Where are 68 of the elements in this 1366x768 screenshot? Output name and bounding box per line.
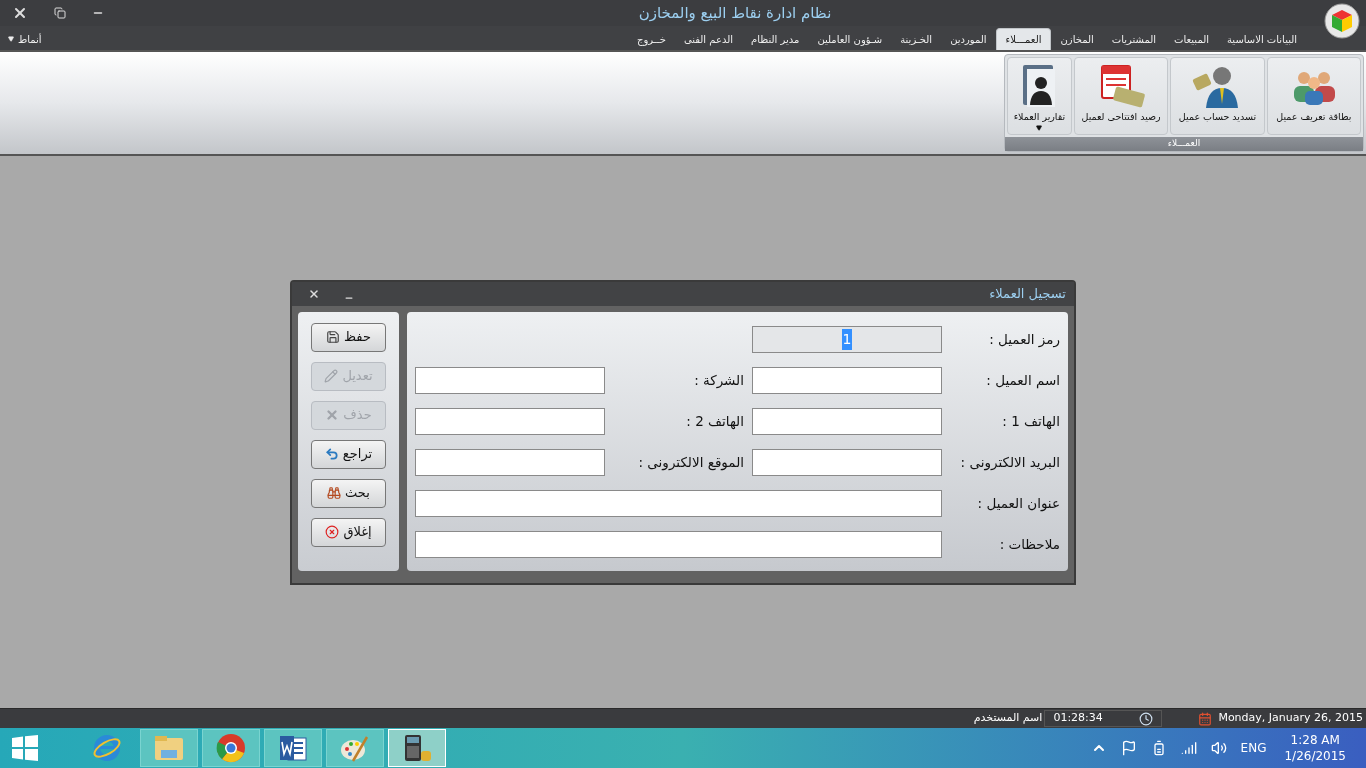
- caret-icon: [1036, 125, 1043, 132]
- field-label: الموقع الالكترونى :: [637, 453, 745, 473]
- close-icon[interactable]: [12, 5, 28, 21]
- chrome-icon: [216, 733, 246, 763]
- folder-icon: [153, 734, 185, 762]
- menu-tab[interactable]: الخـزينة: [891, 28, 942, 50]
- input-field[interactable]: [752, 449, 942, 476]
- action-button[interactable]: إغلاق: [311, 517, 386, 547]
- volume-icon[interactable]: [1210, 740, 1227, 756]
- ribbon-button[interactable]: تقارير العملاء: [1007, 57, 1072, 135]
- save-icon: [326, 330, 341, 344]
- clock-time: 01:28:34: [1053, 710, 1103, 727]
- input-field[interactable]: [752, 408, 942, 435]
- tray-time: 1:28 AM: [1290, 732, 1340, 748]
- menu-tab[interactable]: المبيعات: [1165, 28, 1218, 50]
- action-button[interactable]: بحث: [311, 478, 386, 508]
- action-button[interactable]: تراجع: [311, 439, 386, 469]
- input-field[interactable]: [415, 367, 605, 394]
- menu-tab[interactable]: المخازن: [1051, 28, 1103, 50]
- caret-icon: [8, 36, 14, 42]
- close-icon: [325, 525, 340, 539]
- input-field[interactable]: [415, 490, 942, 517]
- field-label: رمز العميل :: [988, 330, 1061, 350]
- flag-icon[interactable]: [1120, 740, 1137, 756]
- action-button[interactable]: حفظ: [311, 322, 386, 352]
- field-label: اسم العميل :: [985, 371, 1061, 391]
- window-title: نظام ادارة نقاط البيع والمخازن: [638, 2, 832, 24]
- user-label: اسم المستخدم: [973, 710, 1043, 727]
- taskbar-app[interactable]: [264, 729, 322, 767]
- delete-icon: [325, 408, 340, 422]
- group-label: العمـــلاء: [1167, 137, 1201, 151]
- undo-icon: [324, 447, 339, 461]
- browser-icon: [92, 733, 122, 763]
- input-field[interactable]: [752, 367, 942, 394]
- ribbon-button[interactable]: رصيد افتتاحى لعميل: [1073, 57, 1169, 135]
- dialog-title: تسجيل العملاء: [989, 284, 1066, 303]
- status-date: Monday, January 26, 2015: [1218, 710, 1363, 727]
- input-field[interactable]: [415, 531, 942, 558]
- pencil-icon: [324, 369, 339, 383]
- ribbon-button[interactable]: بطاقة تعريف عميل: [1266, 57, 1361, 135]
- menu-tab[interactable]: خــروج: [628, 28, 675, 50]
- field-label: الشركة :: [693, 371, 745, 391]
- menu-tab[interactable]: الدعم الفنى: [674, 28, 743, 50]
- input-field[interactable]: [415, 449, 605, 476]
- ribbon-button[interactable]: تسديد حساب عميل: [1170, 57, 1265, 135]
- clock-icon: [1139, 711, 1154, 726]
- restore-icon[interactable]: [54, 7, 66, 19]
- field-label: ملاحظات :: [998, 535, 1061, 555]
- signal-icon[interactable]: [1180, 740, 1197, 756]
- field-label: البريد الالكترونى :: [959, 453, 1061, 473]
- menu-tab[interactable]: العمـــلاء: [995, 28, 1052, 50]
- field-label: الهاتف 1 :: [1001, 412, 1061, 432]
- styles-menu[interactable]: أنماط: [0, 28, 42, 50]
- tray-date: 1/26/2015: [1284, 748, 1346, 764]
- document-icon: [278, 733, 308, 763]
- field-label: عنوان العميل :: [976, 494, 1061, 514]
- language-indicator[interactable]: ENG: [1240, 739, 1267, 757]
- field-label: الهاتف 2 :: [685, 412, 745, 432]
- menu-tab[interactable]: البيانات الاساسية: [1218, 28, 1306, 50]
- binoculars-icon: [327, 486, 342, 500]
- menu-tab[interactable]: مدير النظام: [742, 28, 809, 50]
- menu-tab[interactable]: الموردين: [941, 28, 996, 50]
- start-icon[interactable]: [12, 735, 38, 761]
- close-icon[interactable]: [308, 287, 320, 300]
- menu-tab[interactable]: المشتريات: [1102, 28, 1166, 50]
- input-field[interactable]: [415, 408, 605, 435]
- menu-tab[interactable]: شـؤون العاملين: [808, 28, 892, 50]
- calendar-icon: [1198, 711, 1213, 726]
